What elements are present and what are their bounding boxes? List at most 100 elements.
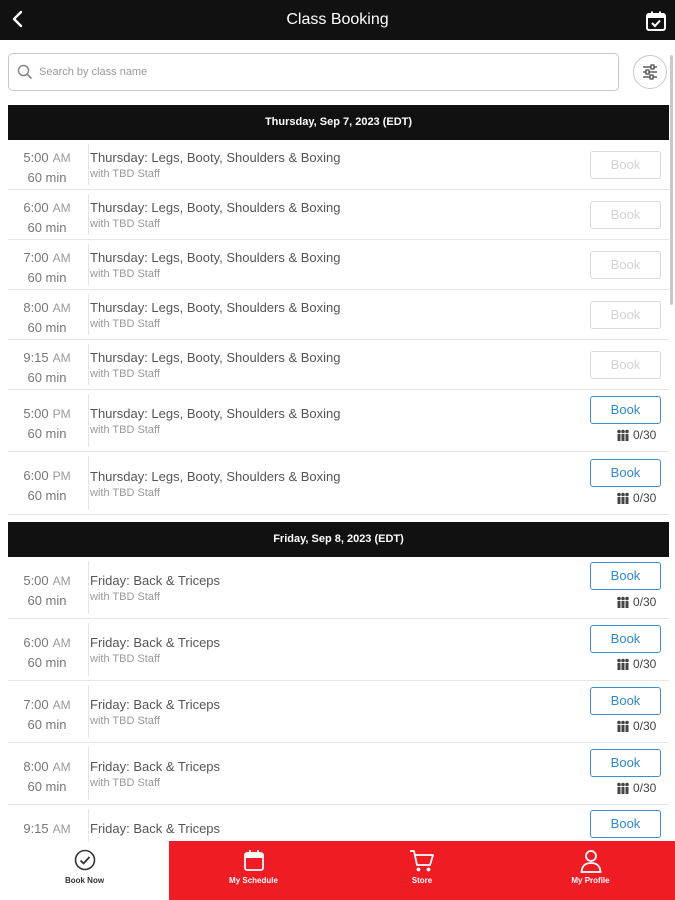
capacity-count: 0/30 <box>633 595 657 609</box>
people-icon <box>617 492 629 504</box>
people-icon <box>617 782 629 794</box>
class-name[interactable]: Friday: Back & Triceps <box>90 697 220 713</box>
class-duration: 60 min <box>27 370 67 385</box>
class-name[interactable]: Friday: Back & Triceps <box>90 821 220 837</box>
nav-store[interactable]: Store <box>338 841 506 900</box>
class-row: 5:00 PM 60 min Thursday: Legs, Booty, Shou… <box>8 390 669 452</box>
capacity-count: 0/30 <box>633 657 657 671</box>
class-name[interactable]: Friday: Back & Triceps <box>90 635 220 651</box>
class-row: 8:00 AM 60 min Friday: Back & Triceps with… <box>8 743 669 805</box>
class-ampm: PM <box>52 407 71 421</box>
class-name[interactable]: Thursday: Legs, Booty, Shoulders & Boxin… <box>90 150 341 166</box>
class-staff: with TBD Staff <box>90 268 160 280</box>
day-header: Friday, Sep 8, 2023 (EDT) <box>8 522 669 557</box>
filter-button[interactable] <box>633 55 667 89</box>
class-staff: with TBD Staff <box>90 487 160 499</box>
class-name[interactable]: Thursday: Legs, Booty, Shoulders & Boxin… <box>90 200 341 216</box>
search-icon <box>17 64 33 80</box>
class-row: 7:00 AM 60 min Thursday: Legs, Booty, Shou… <box>8 240 669 290</box>
class-ampm: AM <box>52 822 71 836</box>
class-ampm: AM <box>52 760 71 774</box>
search-bar[interactable] <box>8 53 619 91</box>
class-time: 9:15 <box>23 350 49 365</box>
capacity-indicator: 0/30 <box>616 657 656 671</box>
book-button[interactable]: Book <box>590 562 661 590</box>
book-button[interactable]: Book <box>590 810 661 838</box>
book-button[interactable]: Book <box>590 396 661 424</box>
calendar-icon <box>244 850 264 871</box>
nav-label: My Schedule <box>229 876 278 885</box>
book-button[interactable]: Book <box>590 201 661 229</box>
class-time: 6:00 <box>23 200 49 215</box>
class-staff: with TBD Staff <box>90 218 160 230</box>
people-icon <box>617 429 629 441</box>
class-staff: with TBD Staff <box>90 653 160 665</box>
book-button[interactable]: Book <box>590 251 661 279</box>
nav-book-now[interactable]: Book Now <box>0 841 169 900</box>
nav-label: My Profile <box>571 876 610 885</box>
class-ampm: PM <box>52 469 71 483</box>
capacity-count: 0/30 <box>633 719 657 733</box>
class-time: 6:00 <box>23 468 49 483</box>
class-name[interactable]: Thursday: Legs, Booty, Shoulders & Boxin… <box>90 469 341 485</box>
class-duration: 60 min <box>27 488 67 503</box>
class-duration: 60 min <box>27 220 67 235</box>
bottom-nav: Book Now My Schedule Store My Profile <box>0 841 675 900</box>
book-button[interactable]: Book <box>590 459 661 487</box>
nav-label: Book Now <box>64 876 105 885</box>
class-time: 5:00 <box>23 150 49 165</box>
capacity-indicator: 0/30 <box>616 491 656 505</box>
class-time: 6:00 <box>23 635 49 650</box>
capacity-count: 0/30 <box>633 491 657 505</box>
page-title: Class Booking <box>286 11 389 28</box>
nav-my-profile[interactable]: My Profile <box>506 841 675 900</box>
nav-label: Store <box>411 876 433 885</box>
app-header: Class Booking <box>0 0 675 40</box>
class-name[interactable]: Friday: Back & Triceps <box>90 573 220 589</box>
class-duration: 60 min <box>27 170 67 185</box>
class-duration: 60 min <box>27 779 67 794</box>
calendar-check-icon[interactable] <box>645 10 667 32</box>
class-time: 7:00 <box>23 697 49 712</box>
book-button[interactable]: Book <box>590 301 661 329</box>
class-row: 7:00 AM 60 min Friday: Back & Triceps with… <box>8 681 669 743</box>
day-header: Thursday, Sep 7, 2023 (EDT) <box>8 105 669 140</box>
book-button[interactable]: Book <box>590 687 661 715</box>
class-ampm: AM <box>52 351 71 365</box>
scrollbar[interactable] <box>670 55 673 305</box>
class-time: 8:00 <box>23 759 49 774</box>
class-ampm: AM <box>52 636 71 650</box>
capacity-indicator: 0/30 <box>616 781 656 795</box>
book-button[interactable]: Book <box>590 625 661 653</box>
class-ampm: AM <box>52 574 71 588</box>
sliders-icon <box>643 64 657 80</box>
book-button[interactable]: Book <box>590 351 661 379</box>
class-name[interactable]: Friday: Back & Triceps <box>90 759 220 775</box>
class-row: 8:00 AM 60 min Thursday: Legs, Booty, Shou… <box>8 290 669 340</box>
search-input[interactable] <box>39 60 599 84</box>
class-staff: with TBD Staff <box>90 368 160 380</box>
book-button[interactable]: Book <box>590 749 661 777</box>
class-name[interactable]: Thursday: Legs, Booty, Shoulders & Boxin… <box>90 350 341 366</box>
capacity-indicator: 0/30 <box>616 595 656 609</box>
class-duration: 60 min <box>27 655 67 670</box>
class-name[interactable]: Thursday: Legs, Booty, Shoulders & Boxin… <box>90 250 341 266</box>
class-name[interactable]: Thursday: Legs, Booty, Shoulders & Boxin… <box>90 406 341 422</box>
class-row: 6:00 PM 60 min Thursday: Legs, Booty, Shou… <box>8 452 669 515</box>
class-name[interactable]: Thursday: Legs, Booty, Shoulders & Boxin… <box>90 300 341 316</box>
class-row: 9:15 AM 60 min Thursday: Legs, Booty, Shou… <box>8 340 669 390</box>
people-icon <box>617 658 629 670</box>
class-duration: 60 min <box>27 717 67 732</box>
class-staff: with TBD Staff <box>90 318 160 330</box>
class-staff: with TBD Staff <box>90 168 160 180</box>
class-time: 5:00 <box>23 573 49 588</box>
capacity-indicator: 0/30 <box>616 428 656 442</box>
book-button[interactable]: Book <box>590 151 661 179</box>
people-icon <box>617 596 629 608</box>
class-duration: 60 min <box>27 320 67 335</box>
class-row: 9:15 AM Friday: Back & Triceps Book <box>8 805 669 845</box>
class-ampm: AM <box>52 698 71 712</box>
capacity-count: 0/30 <box>633 428 657 442</box>
nav-my-schedule[interactable]: My Schedule <box>169 841 338 900</box>
user-icon <box>580 850 602 873</box>
